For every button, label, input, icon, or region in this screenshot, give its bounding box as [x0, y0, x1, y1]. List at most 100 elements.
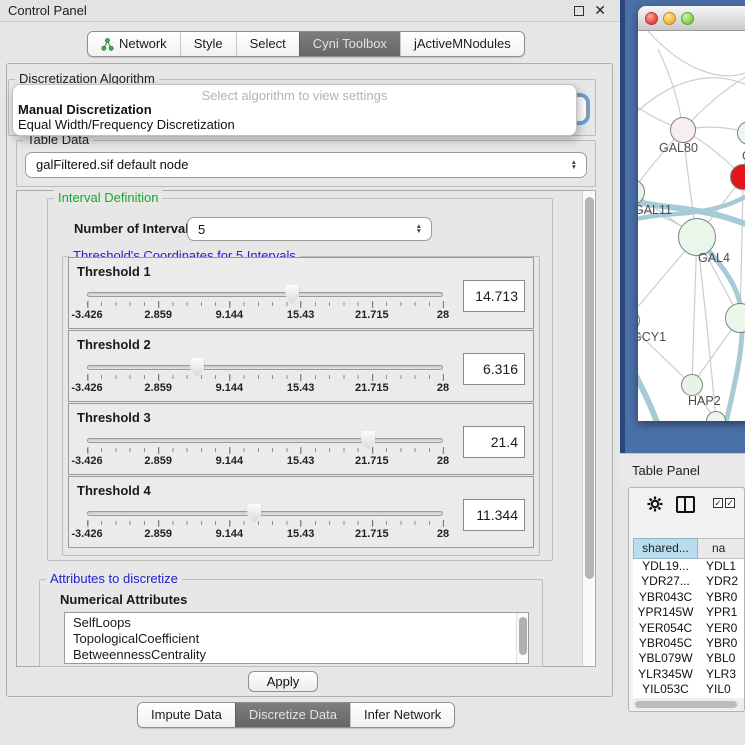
interval-definition-group: Interval Definition Number of Intervals …: [47, 198, 553, 561]
cell-name: YIL0: [698, 682, 745, 697]
tab-select[interactable]: Select: [236, 32, 299, 56]
slider-track[interactable]: [87, 365, 443, 370]
table-data-combobox[interactable]: galFiltered.sif default node ▲▼: [25, 152, 587, 178]
threshold-block: Threshold 3 -3.426 2.859 9.144 15.43: [68, 403, 534, 475]
tab-label: Network: [119, 32, 167, 56]
combobox-value: galFiltered.sif default node: [36, 157, 188, 172]
checkbox-icon: ✓: [725, 498, 735, 508]
tick-label: 2.859: [144, 382, 172, 394]
tick-label: -3.426: [71, 309, 102, 321]
network-window-titlebar[interactable]: [638, 6, 745, 31]
network-node[interactable]: [670, 117, 696, 143]
table-row[interactable]: YIL053C YIL0: [633, 682, 745, 697]
table-row[interactable]: YPR145W YPR1: [633, 605, 745, 620]
threshold-block: Threshold 4 -3.426 2.859 9.144 15.43: [68, 476, 534, 548]
algorithm-dropdown-popup: Select algorithm to view settings Manual…: [12, 84, 577, 136]
table-row[interactable]: YBR043C YBR0: [633, 590, 745, 605]
network-node[interactable]: [681, 374, 703, 396]
network-window[interactable]: GAL80 GA C GAL11 GAL4 GCY1 H HAP2: [638, 6, 745, 421]
table-data-group: Table Data galFiltered.sif default node …: [16, 140, 596, 187]
cell-name: YBR0: [698, 590, 745, 605]
attribute-item[interactable]: TopologicalCoefficient: [73, 631, 514, 647]
tick-label: -3.426: [71, 528, 102, 540]
tab-network[interactable]: Network: [88, 32, 180, 56]
combobox-value: 5: [198, 222, 205, 237]
table-row[interactable]: YBR045C YBR0: [633, 636, 745, 651]
close-icon[interactable]: ✕: [594, 2, 606, 19]
select-columns-icon[interactable]: ✓ ✓: [713, 498, 735, 508]
threshold-value-field[interactable]: 11.344: [463, 499, 525, 531]
table-row[interactable]: YDR27... YDR2: [633, 574, 745, 589]
threshold-slider[interactable]: -3.426 2.859 9.144 15.43 21.715 28: [87, 355, 443, 401]
mac-zoom-icon[interactable]: [681, 12, 694, 25]
tab-cyni-toolbox[interactable]: Cyni Toolbox: [299, 32, 400, 56]
slider-track[interactable]: [87, 438, 443, 443]
threshold-block: Threshold 1 -3.426 2.859 9.144 15.43: [68, 257, 534, 329]
slider-track[interactable]: [87, 511, 443, 516]
settings-scrollbar[interactable]: [582, 191, 595, 666]
threshold-slider[interactable]: -3.426 2.859 9.144 15.43 21.715 28: [87, 501, 443, 547]
tab-label: Infer Network: [364, 703, 441, 727]
threshold-value-field[interactable]: 21.4: [463, 426, 525, 458]
panel-title: Control Panel: [8, 3, 87, 18]
tick-label: 28: [437, 382, 449, 394]
tab-impute-data[interactable]: Impute Data: [138, 703, 235, 727]
attributes-listbox[interactable]: SelfLoopsTopologicalCoefficientBetweenne…: [64, 612, 529, 664]
cell-name: YPR1: [698, 605, 745, 620]
threshold-slider[interactable]: -3.426 2.859 9.144 15.43 21.715 28: [87, 282, 443, 328]
number-of-intervals-label: Number of Intervals: [74, 221, 196, 236]
network-desktop: GAL80 GA C GAL11 GAL4 GCY1 H HAP2: [620, 0, 745, 453]
mac-minimize-icon[interactable]: [663, 12, 676, 25]
column-header-shared-name[interactable]: shared...: [633, 538, 698, 559]
node-label: GAL4: [698, 251, 730, 265]
threshold-value-field[interactable]: 6.316: [463, 353, 525, 385]
table-row[interactable]: YLR345W YLR3: [633, 667, 745, 682]
cell-shared-name: YPR145W: [633, 605, 698, 620]
attribute-item[interactable]: SelfLoops: [73, 615, 514, 631]
number-of-intervals-combobox[interactable]: 5 ▲▼: [187, 217, 432, 241]
node-label: HAP2: [688, 394, 721, 408]
tab-jactivemnodules[interactable]: jActiveMNodules: [400, 32, 524, 56]
cell-shared-name: YDR27...: [633, 574, 698, 589]
tab-label: Style: [194, 32, 223, 56]
tick-label: 9.144: [216, 528, 244, 540]
table-panel: ✓ ✓ shared... na YDL19... YDL1 YDR27... …: [628, 487, 745, 712]
network-canvas[interactable]: GAL80 GA C GAL11 GAL4 GCY1 H HAP2: [638, 31, 745, 421]
dropdown-placeholder[interactable]: Select algorithm to view settings: [13, 85, 576, 102]
column-header-name[interactable]: na: [698, 538, 745, 559]
threshold-label: Threshold 2: [77, 337, 151, 352]
table-horizontal-scrollbar[interactable]: [633, 699, 745, 710]
dropdown-item-manual[interactable]: Manual Discretization: [13, 102, 576, 117]
gear-icon[interactable]: [647, 496, 663, 512]
slider-tick-labels: -3.426 2.859 9.144 15.43 21.715 28: [87, 309, 443, 323]
float-window-icon[interactable]: [574, 6, 584, 16]
cell-name: YDR2: [698, 574, 745, 589]
column-layout-icon[interactable]: [676, 496, 695, 513]
tab-infer-network[interactable]: Infer Network: [350, 703, 454, 727]
tab-label: Discretize Data: [249, 703, 337, 727]
tick-label: 15.43: [287, 455, 315, 467]
attributes-scrollbar[interactable]: [516, 613, 528, 663]
slider-ticks: [87, 375, 443, 379]
attribute-items: SelfLoopsTopologicalCoefficientBetweenne…: [73, 615, 514, 663]
tab-style[interactable]: Style: [180, 32, 236, 56]
tab-discretize-data[interactable]: Discretize Data: [235, 703, 350, 727]
apply-button[interactable]: Apply: [248, 671, 318, 692]
cell-name: YLR3: [698, 667, 745, 682]
threshold-list: Threshold 1 -3.426 2.859 9.144 15.43: [63, 257, 539, 548]
table-row[interactable]: YDL19... YDL1: [633, 559, 745, 574]
attribute-item[interactable]: BetweennessCentrality: [73, 647, 514, 663]
dropdown-item-equal-width[interactable]: Equal Width/Frequency Discretization: [13, 117, 576, 132]
slider-track[interactable]: [87, 292, 443, 297]
tick-label: 15.43: [287, 382, 315, 394]
table-row[interactable]: YBL079W YBL0: [633, 651, 745, 666]
stepper-icon: ▲▼: [416, 218, 422, 240]
mac-close-icon[interactable]: [645, 12, 658, 25]
tick-label: 28: [437, 528, 449, 540]
threshold-value-field[interactable]: 14.713: [463, 280, 525, 312]
threshold-slider[interactable]: -3.426 2.859 9.144 15.43 21.715 28: [87, 428, 443, 474]
cell-shared-name: YBR043C: [633, 590, 698, 605]
table-row[interactable]: YER054C YER0: [633, 621, 745, 636]
cell-name: YDL1: [698, 559, 745, 574]
slider-tick-labels: -3.426 2.859 9.144 15.43 21.715 28: [87, 528, 443, 542]
